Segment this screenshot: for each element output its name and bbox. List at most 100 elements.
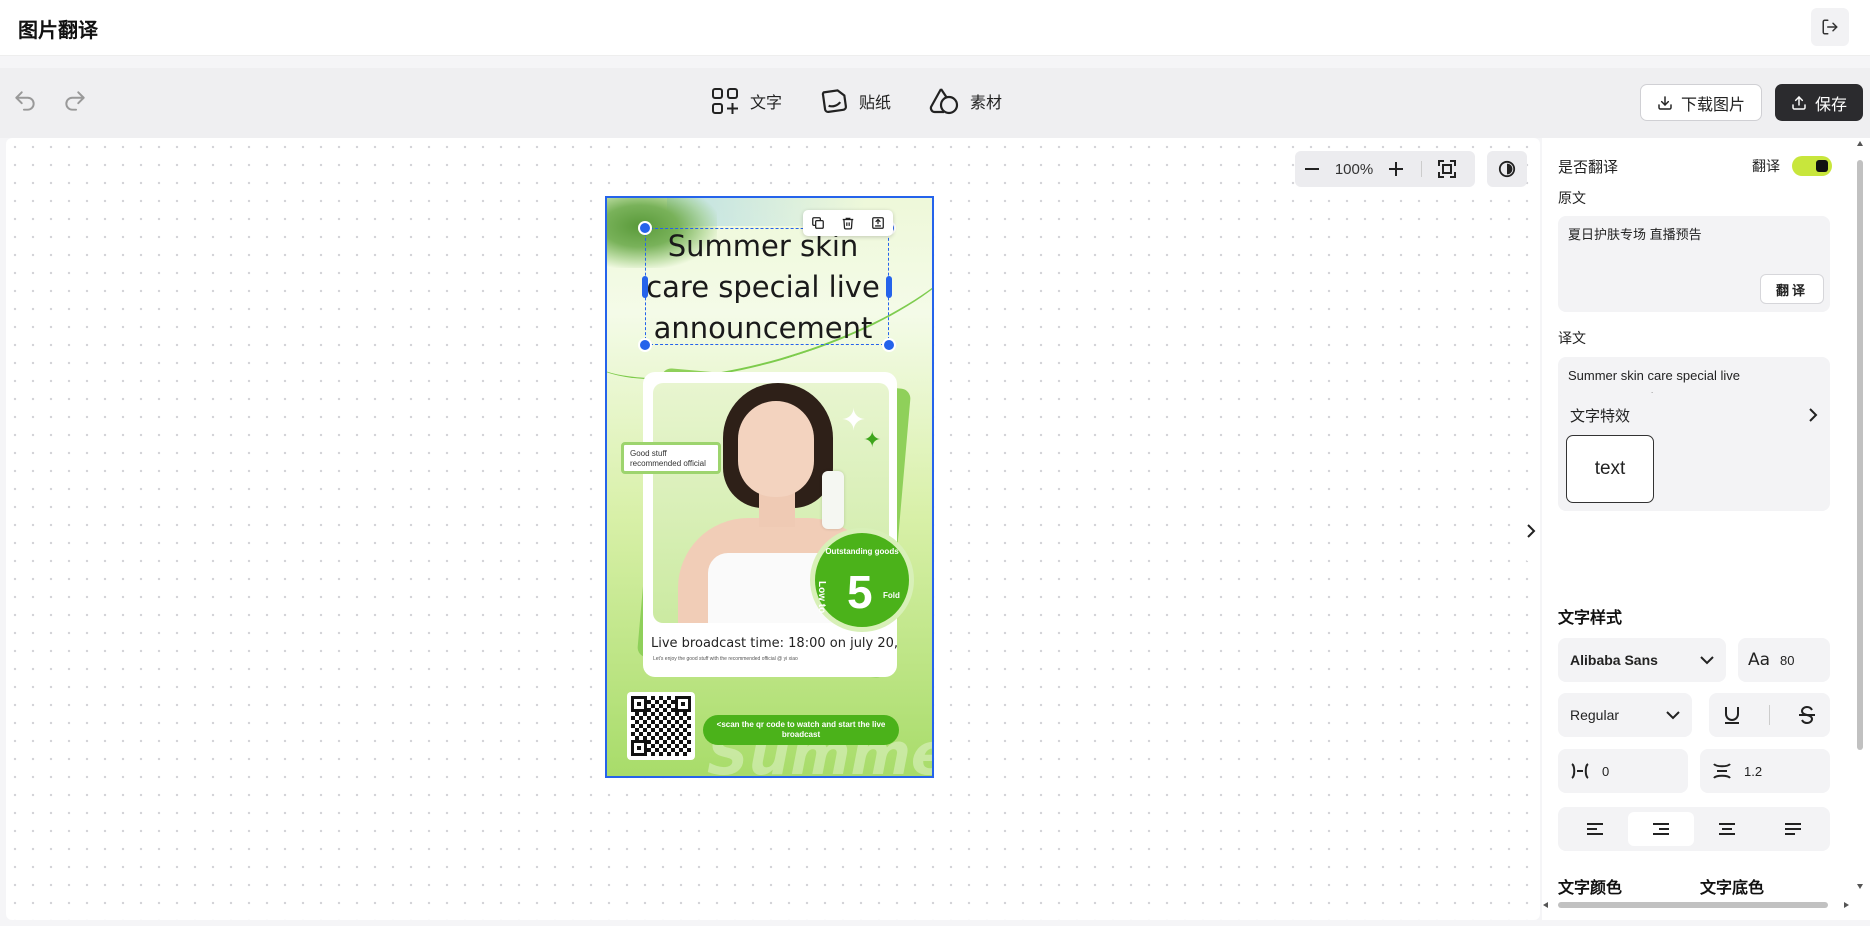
resize-handle[interactable] <box>638 221 652 235</box>
original-text: 夏日护肤专场 直播预告 <box>1568 227 1702 242</box>
align-left-icon <box>1586 822 1604 836</box>
translation-label: 译文 <box>1558 330 1586 346</box>
badge-unit: Fold <box>883 591 900 600</box>
scan-cta: <scan the qr code to watch and start the… <box>703 715 899 745</box>
font-family-value: Alibaba Sans <box>1570 652 1658 668</box>
element-mini-toolbar <box>803 210 893 236</box>
letter-spacing-input[interactable]: 0 <box>1558 749 1688 793</box>
zoom-controls: 100% <box>1295 151 1475 187</box>
letter-spacing-icon <box>1570 762 1590 780</box>
scrollbar-thumb[interactable] <box>1857 160 1863 750</box>
material-icon <box>928 86 960 116</box>
panel-scrollbar[interactable] <box>1854 138 1866 898</box>
properties-panel: 是否翻译 翻译 原文 夏日护肤专场 直播预告 翻译 译文 Summer skin… <box>1542 138 1870 920</box>
toggle-label: 翻译 <box>1752 158 1780 174</box>
align-justify-icon <box>1784 822 1802 836</box>
font-size-icon: Aa <box>1748 650 1771 670</box>
strikethrough-icon[interactable] <box>1798 705 1816 725</box>
download-label: 下载图片 <box>1680 96 1745 114</box>
text-decoration-group <box>1709 693 1830 737</box>
translate-question-label: 是否翻译 <box>1558 159 1619 176</box>
logout-icon <box>1821 18 1839 36</box>
sticker-icon <box>819 86 849 116</box>
side-handle[interactable] <box>886 276 892 298</box>
redo-button[interactable] <box>58 84 92 118</box>
live-time-text: Live broadcast time: 18:00 on july 20, <box>651 636 899 651</box>
align-justify-button[interactable] <box>1760 812 1826 846</box>
zoom-in-button[interactable] <box>1379 151 1413 187</box>
text-bg-color-label: 文字底色 <box>1700 880 1765 897</box>
effect-label: 文字特效 <box>1570 408 1631 425</box>
exit-button[interactable] <box>1811 8 1849 46</box>
chevron-down-icon <box>1666 710 1680 720</box>
app-title: 图片翻译 <box>18 20 98 42</box>
effect-option-text[interactable]: text <box>1566 435 1654 503</box>
font-size-value: 80 <box>1780 652 1795 668</box>
underline-icon[interactable] <box>1723 705 1741 725</box>
tool-label: 贴纸 <box>859 95 892 112</box>
font-weight-value: Regular <box>1570 707 1620 723</box>
resize-handle[interactable] <box>638 338 652 352</box>
contrast-icon <box>1498 160 1516 178</box>
line-height-input[interactable]: 1.2 <box>1700 749 1830 793</box>
align-center-icon <box>1718 822 1736 836</box>
save-label: 保存 <box>1814 96 1847 114</box>
letter-spacing-value: 0 <box>1602 763 1610 779</box>
align-center-button[interactable] <box>1694 812 1760 846</box>
resize-handle[interactable] <box>882 338 896 352</box>
hscrollbar-thumb[interactable] <box>1558 902 1828 908</box>
tool-sticker[interactable]: 贴纸 <box>819 83 891 119</box>
panel-hscrollbar[interactable] <box>1543 902 1850 910</box>
compare-button[interactable] <box>1487 151 1527 187</box>
tool-label: 素材 <box>970 95 1003 112</box>
align-right-icon <box>1652 822 1670 836</box>
poster-image[interactable]: Summer skin care special live announceme… <box>605 196 934 778</box>
badge-low: Low to <box>816 581 827 614</box>
product-bottle <box>822 471 844 529</box>
redo-icon <box>62 88 88 114</box>
qr-code <box>627 692 695 760</box>
font-family-select[interactable]: Alibaba Sans <box>1558 638 1726 682</box>
text-color-label: 文字颜色 <box>1558 880 1623 897</box>
chevron-right-icon <box>1526 524 1536 538</box>
layer-up-icon[interactable] <box>871 216 885 230</box>
text-effect-section: 文字特效 text <box>1558 393 1830 511</box>
copy-icon[interactable] <box>811 216 825 230</box>
align-right-button[interactable] <box>1628 812 1694 846</box>
text-align-group <box>1558 807 1830 851</box>
tool-material[interactable]: 素材 <box>928 83 1002 119</box>
undo-button[interactable] <box>8 84 42 118</box>
original-label: 原文 <box>1558 190 1586 206</box>
tool-add-text[interactable]: 文字 <box>710 83 782 119</box>
fit-screen-icon <box>1437 159 1457 179</box>
editor-toolbar: 文字 贴纸 素材 下载图片 保存 <box>0 68 1870 138</box>
badge-number: 5 <box>847 566 873 618</box>
minus-icon <box>1303 160 1321 178</box>
align-left-button[interactable] <box>1562 812 1628 846</box>
style-label: 文字样式 <box>1558 610 1623 627</box>
app-header: 图片翻译 <box>0 0 1870 56</box>
trash-icon[interactable] <box>841 216 855 230</box>
save-button[interactable]: 保存 <box>1775 84 1863 121</box>
badge-title: Outstanding goods <box>825 547 899 556</box>
fit-screen-button[interactable] <box>1430 151 1464 187</box>
divider <box>1769 705 1770 725</box>
chevron-down-icon <box>1700 655 1714 665</box>
translate-button[interactable]: 翻译 <box>1760 274 1824 304</box>
zoom-out-button[interactable] <box>1295 151 1329 187</box>
side-handle[interactable] <box>642 276 648 298</box>
panel-toggle-button[interactable] <box>1522 500 1540 562</box>
translate-toggle[interactable] <box>1792 156 1832 176</box>
chevron-right-icon[interactable] <box>1808 407 1818 423</box>
zoom-divider <box>1421 161 1422 177</box>
undo-icon <box>12 88 38 114</box>
download-icon <box>1657 95 1673 111</box>
font-weight-select[interactable]: Regular <box>1558 693 1692 737</box>
plus-icon <box>1387 160 1405 178</box>
selection-box <box>638 221 896 352</box>
download-image-button[interactable]: 下载图片 <box>1640 84 1762 121</box>
font-size-input[interactable]: Aa 80 <box>1738 638 1830 682</box>
add-text-icon <box>710 86 740 116</box>
discount-badge: Outstanding goods Low to 5 Fold <box>810 528 914 632</box>
sparkle-icon: ✦ <box>863 427 882 452</box>
